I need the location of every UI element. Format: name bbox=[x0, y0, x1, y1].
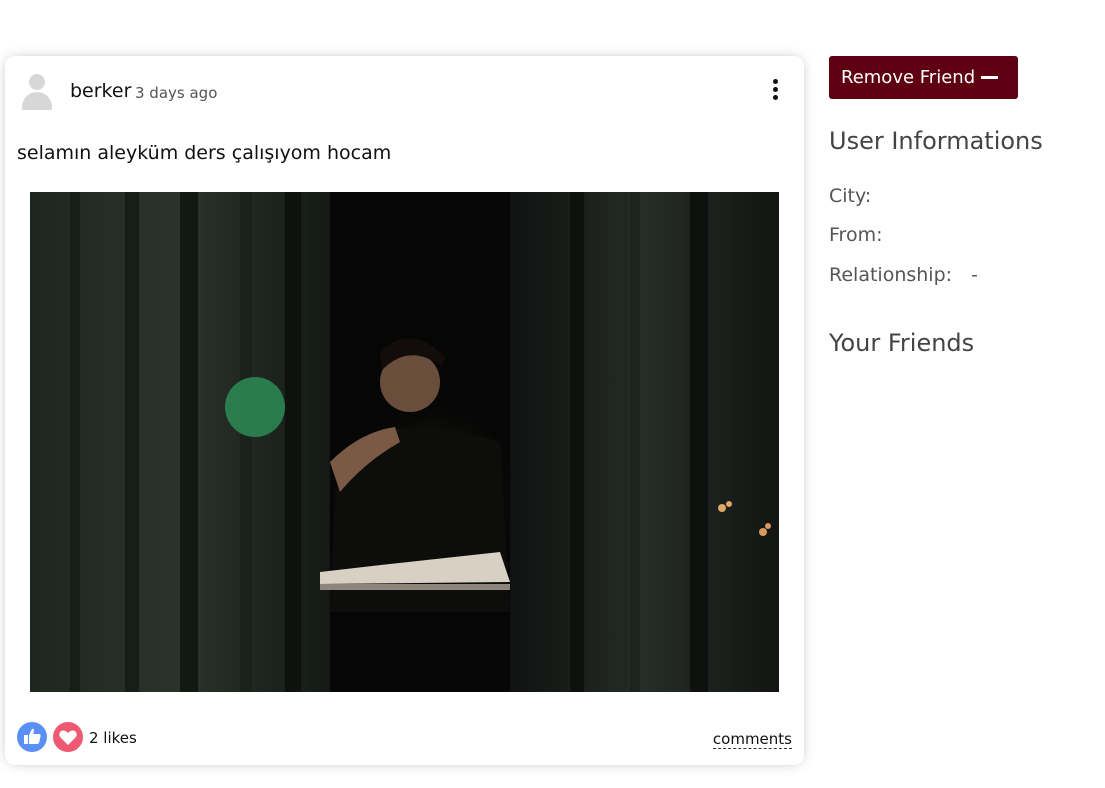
more-dot bbox=[773, 87, 778, 92]
more-dot bbox=[773, 95, 778, 100]
thumbs-up-icon[interactable] bbox=[17, 722, 47, 752]
remove-friend-button[interactable]: Remove Friend bbox=[829, 56, 1018, 99]
relationship-value: - bbox=[971, 264, 978, 286]
post-date: 3 days ago bbox=[135, 84, 218, 102]
more-vertical-icon[interactable] bbox=[768, 77, 784, 103]
likes-count: 2 likes bbox=[89, 729, 137, 747]
minus-icon bbox=[981, 76, 998, 79]
thumbs-up-glyph bbox=[24, 728, 41, 744]
user-info-title: User Informations bbox=[829, 127, 1043, 155]
more-dot bbox=[773, 79, 778, 84]
post-header: berker 3 days ago bbox=[5, 56, 804, 126]
from-label: From: bbox=[829, 224, 883, 246]
heart-icon[interactable] bbox=[53, 722, 83, 752]
comments-link[interactable]: comments bbox=[712, 731, 792, 749]
relationship-label: Relationship: bbox=[829, 264, 953, 286]
heart-glyph bbox=[59, 730, 77, 745]
post-card: berker 3 days ago selamın aleyküm ders ç… bbox=[5, 56, 804, 765]
post-image bbox=[30, 192, 779, 692]
post-username[interactable]: berker bbox=[70, 80, 131, 102]
city-label: City: bbox=[829, 185, 872, 207]
post-text: selamın aleyküm ders çalışıyom hocam bbox=[17, 142, 392, 164]
remove-friend-label: Remove Friend bbox=[841, 67, 976, 88]
post-footer: 2 likes comments bbox=[5, 722, 804, 756]
friends-title: Your Friends bbox=[829, 329, 975, 357]
avatar[interactable] bbox=[21, 74, 53, 110]
avatar-body bbox=[22, 92, 52, 110]
avatar-head bbox=[29, 74, 45, 90]
post-photo bbox=[30, 192, 779, 692]
